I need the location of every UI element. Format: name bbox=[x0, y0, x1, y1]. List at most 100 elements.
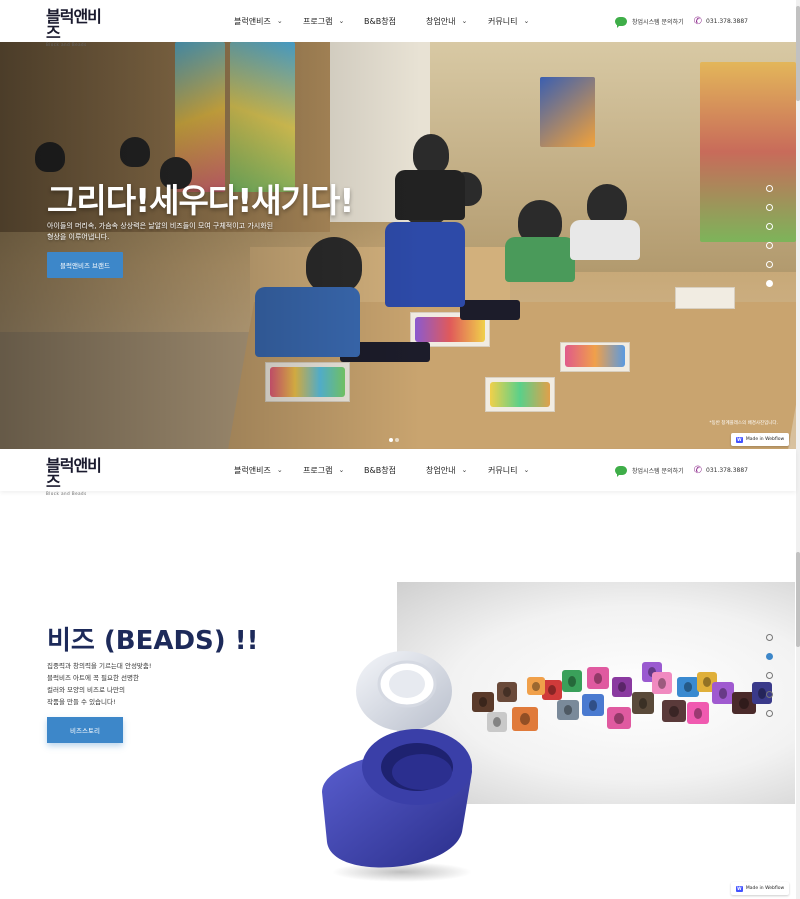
top-navigation: 블럭앤비즈 Block and Beads 블럭앤비즈 ⌄ 프로그램 ⌄ B&B창점… bbox=[0, 0, 796, 48]
menu-item-blockandbeads[interactable]: 블럭앤비즈 ⌄ bbox=[234, 465, 303, 476]
webflow-badge[interactable]: W Made in Webflow bbox=[731, 433, 789, 446]
menu-item-bb-store[interactable]: B&B창점 bbox=[364, 465, 426, 476]
hero-banner: 그리다!세우다!새기다! 아이들의 머리속, 가슴속 상상력은 날알의 비즈들이… bbox=[0, 42, 796, 449]
menu-item-community[interactable]: 커뮤니티 ⌄ bbox=[488, 465, 548, 476]
hero-child bbox=[505, 237, 575, 282]
bead bbox=[582, 694, 604, 716]
slide-dot[interactable] bbox=[766, 223, 773, 230]
slide-dot[interactable] bbox=[766, 710, 773, 717]
beads-story-button[interactable]: 비즈스토리 bbox=[47, 717, 123, 743]
phone-icon: ✆ bbox=[693, 464, 702, 476]
chevron-down-icon: ⌄ bbox=[276, 17, 283, 25]
menu-item-program[interactable]: 프로그램 ⌄ bbox=[303, 465, 364, 476]
beads-description-line: 집중력과 창의력을 기르는대 안성맞춤! bbox=[47, 662, 152, 670]
hero-title: 그리다!세우다!새기다! bbox=[47, 181, 354, 220]
hero-overlay bbox=[0, 42, 420, 449]
pager-dot-active[interactable] bbox=[389, 438, 393, 442]
page: 그리다!세우다!새기다! 아이들의 머리속, 가슴속 상상력은 날알의 비즈들이… bbox=[0, 0, 800, 899]
hero-bead-tray bbox=[675, 287, 735, 309]
slide-dot[interactable] bbox=[766, 204, 773, 211]
menu-label: 커뮤니티 bbox=[488, 465, 518, 475]
bead bbox=[557, 700, 579, 720]
hero-slide-dots bbox=[766, 185, 774, 299]
hero-child bbox=[570, 220, 640, 260]
logo[interactable]: 블럭앤비즈 Block and Beads bbox=[46, 9, 108, 48]
slide-dot[interactable] bbox=[766, 691, 773, 698]
chat-icon bbox=[615, 16, 628, 28]
slide-dot[interactable] bbox=[766, 261, 773, 268]
slide-dot[interactable] bbox=[766, 242, 773, 249]
bead bbox=[562, 670, 582, 692]
bead bbox=[652, 672, 672, 694]
slide-dot[interactable] bbox=[766, 185, 773, 192]
slide-dot-active[interactable] bbox=[766, 280, 773, 287]
consult-link[interactable]: 창업시스템 문의하기 bbox=[632, 17, 684, 26]
main-menu: 블럭앤비즈 ⌄ 프로그램 ⌄ B&B창점 창업안내 ⌄ 커뮤니티 ⌄ bbox=[234, 0, 548, 42]
nav-contact: 창업시스템 문의하기 ✆ 031.378.3887 bbox=[615, 0, 748, 42]
hero-description: 아이들의 머리속, 가슴속 상상력은 날알의 비즈들이 모여 구체적이고 가시화… bbox=[47, 222, 274, 241]
hero-bg-artwork bbox=[540, 77, 595, 147]
scrollbar-track[interactable] bbox=[796, 0, 800, 899]
chevron-down-icon: ⌄ bbox=[338, 17, 345, 25]
menu-label: 블럭앤비즈 bbox=[234, 465, 271, 475]
logo-subtext: Block and Beads bbox=[46, 491, 87, 496]
bead bbox=[527, 677, 545, 695]
bead bbox=[587, 667, 609, 689]
scrollbar-thumb[interactable] bbox=[796, 6, 800, 101]
beads-slide-dots bbox=[766, 634, 774, 729]
hero-pager-dots bbox=[389, 438, 401, 442]
main-menu: 블럭앤비즈 ⌄ 프로그램 ⌄ B&B창점 창업안내 ⌄ 커뮤니티 ⌄ bbox=[234, 449, 548, 491]
menu-item-community[interactable]: 커뮤니티 ⌄ bbox=[488, 16, 548, 27]
menu-label: 프로그램 bbox=[303, 16, 333, 26]
chevron-down-icon: ⌄ bbox=[461, 17, 468, 25]
menu-item-blockandbeads[interactable]: 블럭앤비즈 ⌄ bbox=[234, 16, 303, 27]
bead bbox=[487, 712, 507, 732]
consult-link[interactable]: 창업시스템 문의하기 bbox=[632, 466, 684, 475]
logo-subtext: Block and Beads bbox=[46, 42, 87, 47]
bead bbox=[512, 707, 538, 731]
bead bbox=[712, 682, 734, 704]
sticky-navigation: 블럭앤비즈 Block and Beads 블럭앤비즈 ⌄ 프로그램 ⌄ B&B창점… bbox=[0, 449, 796, 497]
chevron-down-icon: ⌄ bbox=[276, 466, 283, 474]
phone-number[interactable]: 031.378.3887 bbox=[706, 18, 748, 25]
bead bbox=[472, 692, 494, 712]
webflow-badge-label: Made in Webflow bbox=[745, 886, 785, 891]
slide-dot[interactable] bbox=[766, 634, 773, 641]
brand-button[interactable]: 블럭앤비즈 브랜드 bbox=[47, 252, 123, 278]
menu-label: B&B창점 bbox=[364, 465, 396, 475]
chevron-down-icon: ⌄ bbox=[523, 466, 530, 474]
beads-title: 비즈 (BEADS) !! bbox=[47, 626, 259, 656]
phone-number[interactable]: 031.378.3887 bbox=[706, 467, 748, 474]
menu-item-program[interactable]: 프로그램 ⌄ bbox=[303, 16, 364, 27]
logo-text: 블럭앤비즈 bbox=[46, 456, 102, 491]
pager-dot[interactable] bbox=[395, 438, 399, 442]
hero-bg-artwork bbox=[700, 62, 796, 242]
hero-caption: *동반 창계플래스의 배경사진입니다. bbox=[709, 421, 778, 426]
menu-item-startup[interactable]: 창업안내 ⌄ bbox=[426, 16, 488, 27]
menu-label: B&B창점 bbox=[364, 16, 396, 26]
bead bbox=[612, 677, 632, 697]
webflow-badge-label: Made in Webflow bbox=[745, 437, 785, 442]
bead bbox=[607, 707, 631, 729]
chevron-down-icon: ⌄ bbox=[461, 466, 468, 474]
hero-beads bbox=[415, 317, 485, 342]
slide-dot-active[interactable] bbox=[766, 653, 773, 660]
menu-item-bb-store[interactable]: B&B창점 bbox=[364, 16, 426, 27]
phone-icon: ✆ bbox=[693, 15, 702, 27]
beads-description: 집중력과 창의력을 기르는대 안성맞춤! 블럭비즈 아트에 꼭 필요한 선명한 … bbox=[47, 660, 247, 708]
hero-beads bbox=[565, 345, 625, 367]
bead bbox=[677, 677, 699, 697]
bead bbox=[662, 700, 686, 722]
bead bbox=[542, 680, 562, 700]
menu-item-startup[interactable]: 창업안내 ⌄ bbox=[426, 465, 488, 476]
scrollbar-thumb[interactable] bbox=[796, 552, 800, 647]
logo[interactable]: 블럭앤비즈 Block and Beads bbox=[46, 458, 108, 497]
menu-label: 블럭앤비즈 bbox=[234, 16, 271, 26]
bead bbox=[687, 702, 709, 724]
menu-label: 커뮤니티 bbox=[488, 16, 518, 26]
webflow-icon: W bbox=[735, 885, 743, 892]
webflow-badge[interactable]: W Made in Webflow bbox=[731, 882, 789, 895]
slide-dot[interactable] bbox=[766, 672, 773, 679]
menu-label: 창업안내 bbox=[426, 16, 456, 26]
blue-bead-graphic bbox=[322, 729, 472, 882]
